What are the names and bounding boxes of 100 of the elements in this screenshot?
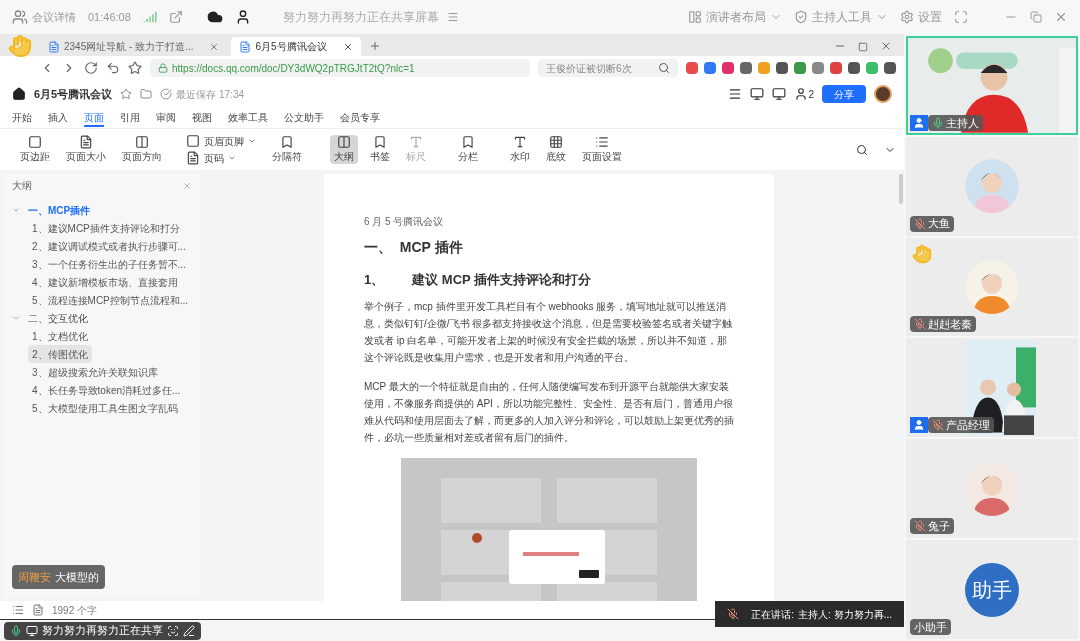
paragraph: 举个例子，mcp 插件里开发工具栏目有个 webhooks 服务，填写地址就可以推送消息，类似钉钉/企微/飞书 很多都支持接收这个消息，但是需要校验签名或者关键字触发或者 ip 白名单，可能开发者上架的时候没有安全拦截的场景，所以并不知道，那这个评论既是收集用户需求，也是开发者和用户沟通的平台。 [364, 299, 734, 365]
scrollbar-thumb[interactable] [899, 174, 903, 204]
participant-name: 小助手 [914, 619, 947, 635]
caret-icon [248, 137, 256, 145]
caption-speaker: 周鞭安 [18, 569, 51, 585]
menu-tab[interactable]: 会员专享 [340, 109, 380, 127]
participant-name: 兔子 [928, 518, 950, 534]
sharing-text: 努力努力再努力正在共享 [42, 623, 163, 639]
pen-icon[interactable] [183, 624, 195, 637]
mic-icon[interactable] [10, 624, 22, 637]
person-icon [794, 87, 809, 101]
meeting-logo-icon [12, 9, 28, 25]
assistant-avatar: 助手 [965, 562, 1019, 617]
signal-icon [142, 10, 157, 24]
tab-title: 6月5号腾讯会议 [255, 40, 327, 54]
folder-icon[interactable] [140, 88, 153, 100]
word-count[interactable]: 1992 个字 [52, 602, 98, 618]
outline-item[interactable]: 3、超级搜索允许关联知识库 [28, 363, 162, 381]
toolbar-button[interactable]: 水印 [506, 135, 534, 164]
outline-item[interactable]: 1、建议MCP插件支持评论和打分 [28, 219, 184, 237]
reload-icon[interactable] [84, 61, 98, 75]
undo-icon[interactable] [106, 61, 120, 75]
toolbar-icon [79, 135, 93, 149]
toolbar-button[interactable]: 页面大小 [62, 135, 110, 164]
new-tab-icon[interactable] [368, 40, 381, 52]
page-icon[interactable] [32, 604, 44, 616]
browser-tab[interactable]: 6月5号腾讯会议 [231, 37, 361, 56]
muted-mic-icon [727, 608, 740, 620]
menu-icon[interactable] [728, 87, 743, 101]
close-icon[interactable] [342, 41, 353, 52]
outline-item[interactable]: 3、一个任务衍生出的子任务暂不... [28, 255, 190, 273]
menu-tab[interactable]: 公文助手 [284, 109, 324, 127]
toolbar-button[interactable]: 页码 [182, 150, 260, 166]
menu-tab[interactable]: 视图 [192, 109, 212, 127]
heading-2: 建议 MCP 插件支持评论和打分 [412, 271, 592, 289]
present-icon[interactable] [750, 87, 765, 101]
participant-name: 大鱼 [928, 216, 950, 232]
face-frame-icon[interactable] [167, 624, 179, 637]
tab-favicon-icon [48, 40, 60, 53]
browser-tab[interactable]: 2345网址导航 - 致力于打造... [40, 37, 228, 56]
favorite-icon[interactable] [120, 88, 133, 100]
toolbar-button[interactable]: 页边距 [16, 135, 54, 164]
toolbar-icon [513, 135, 527, 149]
search-icon[interactable] [856, 143, 868, 156]
toolbar-button[interactable]: 底纹 [542, 135, 570, 164]
toolbar-icon [135, 135, 149, 149]
user-avatar[interactable] [874, 85, 892, 103]
menu-tab[interactable]: 效率工具 [228, 109, 268, 127]
menu-tab[interactable]: 开始 [12, 109, 32, 127]
share-title: 努力努力再努力正在共享屏幕 [282, 9, 439, 26]
outline-item[interactable]: 2、建议调试模式或者执行步骤可... [28, 237, 190, 255]
menu-tab[interactable]: 页面 [84, 109, 104, 127]
cloud-icon[interactable] [206, 9, 223, 25]
raised-hand-icon [8, 34, 32, 58]
meeting-timer: 01:46:08 [88, 9, 131, 25]
caption-text: 大模型的 [55, 569, 99, 585]
outline-toggle-icon[interactable] [12, 604, 24, 616]
outline-item[interactable]: 4、长任务导致token消耗过多任... [28, 381, 185, 399]
share-button[interactable]: 分享 [822, 85, 866, 103]
menu-tab[interactable]: 引用 [120, 109, 140, 127]
participant-name: 主持人 [946, 115, 979, 131]
home-icon[interactable] [12, 87, 26, 101]
outline-item[interactable]: 4、建议新增模板市场、直接套用 [28, 273, 182, 291]
toolbar-button[interactable]: 分栏 [454, 135, 482, 164]
close-icon[interactable] [209, 41, 220, 52]
extension-icons-drawing[interactable] [686, 62, 896, 74]
toolbar-icon [461, 135, 475, 149]
toolbar-icon [373, 135, 387, 149]
toolbar-button[interactable]: 分隔符 [268, 135, 306, 164]
shield-icon [794, 10, 808, 24]
menu-tab[interactable]: 审阅 [156, 109, 176, 127]
browser-maximize-icon[interactable] [858, 42, 868, 52]
toolbar-button[interactable]: 页眉页脚 [182, 133, 260, 149]
toolbar-icon [337, 135, 351, 149]
toolbar-button[interactable]: 书签 [366, 135, 394, 164]
toolbar-button[interactable]: 页面设置 [578, 135, 626, 164]
outline-item[interactable]: 二、交互优化 [28, 310, 88, 326]
speaking-label: 正在讲话: [751, 607, 795, 622]
toolbar-icon [186, 151, 200, 165]
layout-icon [688, 10, 702, 24]
outline-item[interactable]: 2、传图优化 [28, 345, 92, 363]
outline-item[interactable]: 一、MCP插件 [28, 202, 91, 218]
outline-item[interactable]: 1、文档优化 [28, 327, 92, 345]
screen-icon[interactable] [772, 87, 787, 101]
menu-tab[interactable]: 插入 [48, 109, 68, 127]
toolbar-icon [409, 135, 423, 149]
toolbar-button[interactable]: 页面方向 [118, 135, 166, 164]
outline-item[interactable]: 5、大模型使用工具生图文字乱码 [28, 399, 182, 417]
external-link-icon[interactable] [168, 10, 183, 24]
page-header: 6 月 5 号腾讯会议 [364, 215, 445, 229]
toolbar-button[interactable]: 大纲 [330, 135, 358, 164]
outline-item[interactable]: 5、流程连接MCP控制节点流程和... [28, 291, 193, 309]
bookmark-star-icon[interactable] [128, 61, 142, 75]
browser-close-icon[interactable] [880, 40, 892, 52]
toolbar-icon [595, 135, 609, 149]
collaborators-count[interactable]: 2 [794, 86, 814, 102]
menu-icon[interactable] [446, 11, 459, 23]
participant-name: 产品经理 [946, 418, 990, 434]
doc-title: 6月5号腾讯会议 [34, 86, 113, 102]
screen-icon[interactable] [26, 624, 38, 637]
